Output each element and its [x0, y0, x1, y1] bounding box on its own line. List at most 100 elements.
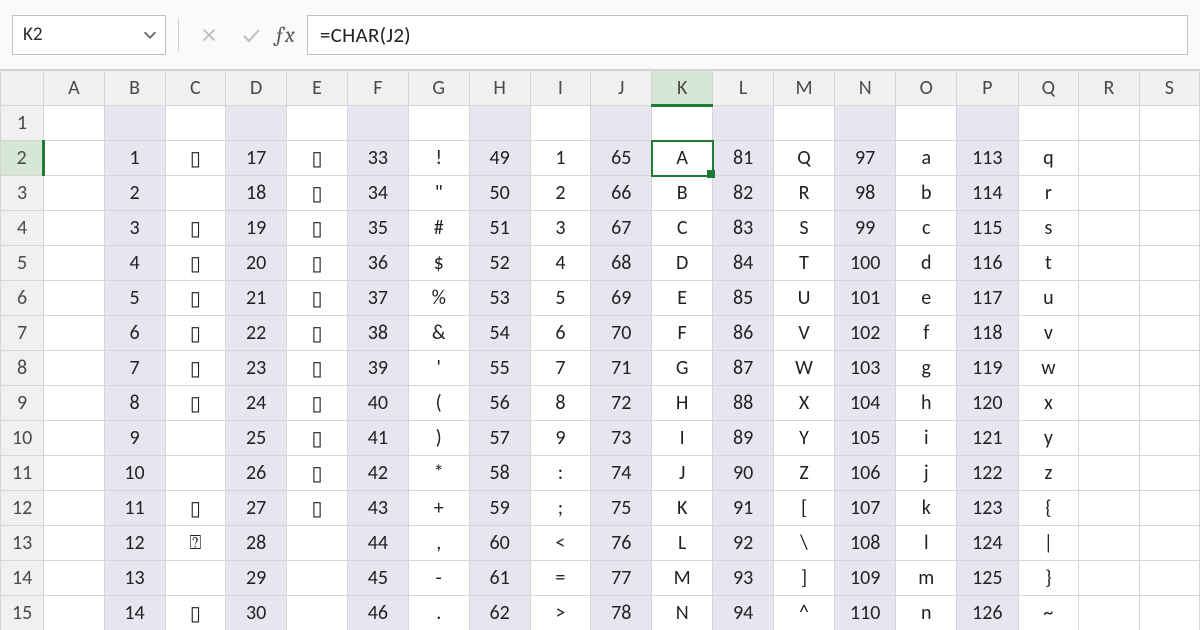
cell[interactable]: Z [774, 456, 835, 491]
cell[interactable] [287, 106, 348, 141]
cell[interactable]: 98 [834, 176, 895, 211]
cell[interactable]: 34 [347, 176, 408, 211]
cell[interactable]: 8 [530, 386, 591, 421]
cell[interactable]: h [896, 386, 957, 421]
cell[interactable]: 55 [469, 351, 530, 386]
cell[interactable]: * [408, 456, 469, 491]
cell[interactable] [1139, 561, 1199, 596]
column-header[interactable]: S [1139, 71, 1199, 106]
cell[interactable]: ▯ [287, 281, 348, 316]
cell[interactable]: 110 [834, 596, 895, 630]
cell[interactable]: m [896, 561, 957, 596]
cell[interactable]: $ [408, 246, 469, 281]
cell[interactable]: 115 [957, 211, 1018, 246]
cell[interactable] [1079, 316, 1139, 351]
cell[interactable]: ▯ [165, 386, 226, 421]
cell[interactable]: 109 [834, 561, 895, 596]
cell[interactable] [530, 106, 591, 141]
cell[interactable]: 50 [469, 176, 530, 211]
cell[interactable]: } [1018, 561, 1079, 596]
row-header[interactable]: 8 [1, 351, 44, 386]
cell[interactable]: ▯ [165, 316, 226, 351]
cell[interactable]: 4 [104, 246, 165, 281]
cell[interactable]: i [896, 421, 957, 456]
cell[interactable]: 29 [226, 561, 287, 596]
cell[interactable]: l [896, 526, 957, 561]
cell[interactable]: [ [774, 491, 835, 526]
cell[interactable]: 18 [226, 176, 287, 211]
cell[interactable]: ▯ [165, 281, 226, 316]
cell[interactable]: 105 [834, 421, 895, 456]
cell[interactable]: 81 [713, 141, 774, 176]
cell[interactable]: ) [408, 421, 469, 456]
cell[interactable] [713, 106, 774, 141]
cell[interactable]: 9 [104, 421, 165, 456]
cell[interactable] [896, 106, 957, 141]
cell[interactable]: e [896, 281, 957, 316]
cell[interactable]: J [652, 456, 713, 491]
cell[interactable]: 75 [591, 491, 652, 526]
cell[interactable]: 57 [469, 421, 530, 456]
cell[interactable]: 3 [530, 211, 591, 246]
select-all-corner[interactable] [1, 71, 44, 106]
cell[interactable] [165, 421, 226, 456]
cell[interactable]: 99 [834, 211, 895, 246]
row-header[interactable]: 5 [1, 246, 44, 281]
cell[interactable] [957, 106, 1018, 141]
cell[interactable]: 10 [104, 456, 165, 491]
cell[interactable] [1139, 421, 1199, 456]
cell[interactable]: 26 [226, 456, 287, 491]
cell[interactable]: , [408, 526, 469, 561]
cell[interactable]: T [774, 246, 835, 281]
cell[interactable]: Y [774, 421, 835, 456]
cell[interactable]: = [530, 561, 591, 596]
cell[interactable]: > [530, 596, 591, 630]
cell[interactable] [1079, 386, 1139, 421]
cell[interactable] [287, 526, 348, 561]
cell[interactable]: 83 [713, 211, 774, 246]
cell[interactable]: 5 [104, 281, 165, 316]
cell[interactable]: ; [530, 491, 591, 526]
cell[interactable]: C [652, 211, 713, 246]
spreadsheet-grid[interactable]: ABCDEFGHIJKLMNOPQRS121▯17▯33!49165A81Q97… [0, 70, 1200, 630]
cell[interactable]: 1 [104, 141, 165, 176]
cell[interactable]: 13 [104, 561, 165, 596]
cell[interactable] [1139, 386, 1199, 421]
cell[interactable]: g [896, 351, 957, 386]
cell[interactable]: 67 [591, 211, 652, 246]
cell[interactable]: 11 [104, 491, 165, 526]
row-header[interactable]: 2 [1, 141, 44, 176]
cell[interactable]: 51 [469, 211, 530, 246]
cell[interactable] [44, 386, 104, 421]
cell[interactable]: 104 [834, 386, 895, 421]
cell[interactable]: U [774, 281, 835, 316]
cell[interactable]: 8 [104, 386, 165, 421]
cell[interactable] [1079, 106, 1139, 141]
cell[interactable] [1079, 246, 1139, 281]
cell[interactable]: 126 [957, 596, 1018, 630]
cell[interactable]: 65 [591, 141, 652, 176]
cell[interactable]: 118 [957, 316, 1018, 351]
column-header[interactable]: I [530, 71, 591, 106]
cell[interactable] [1139, 141, 1199, 176]
row-header[interactable]: 10 [1, 421, 44, 456]
cell[interactable] [1139, 526, 1199, 561]
cell[interactable]: 42 [347, 456, 408, 491]
cell[interactable]: 85 [713, 281, 774, 316]
cell[interactable]: 125 [957, 561, 1018, 596]
cell[interactable]: ▯ [165, 491, 226, 526]
cell[interactable]: 71 [591, 351, 652, 386]
cell[interactable]: 6 [530, 316, 591, 351]
cell[interactable] [1079, 176, 1139, 211]
cell[interactable]: ' [408, 351, 469, 386]
cell[interactable]: t [1018, 246, 1079, 281]
cell[interactable]: ( [408, 386, 469, 421]
cell[interactable]: 53 [469, 281, 530, 316]
cell[interactable]: Q [774, 141, 835, 176]
cell[interactable] [44, 351, 104, 386]
cell[interactable] [44, 316, 104, 351]
cell[interactable]: 87 [713, 351, 774, 386]
cell[interactable]: 14 [104, 596, 165, 630]
cell[interactable]: 84 [713, 246, 774, 281]
cell[interactable]: ▯ [287, 351, 348, 386]
